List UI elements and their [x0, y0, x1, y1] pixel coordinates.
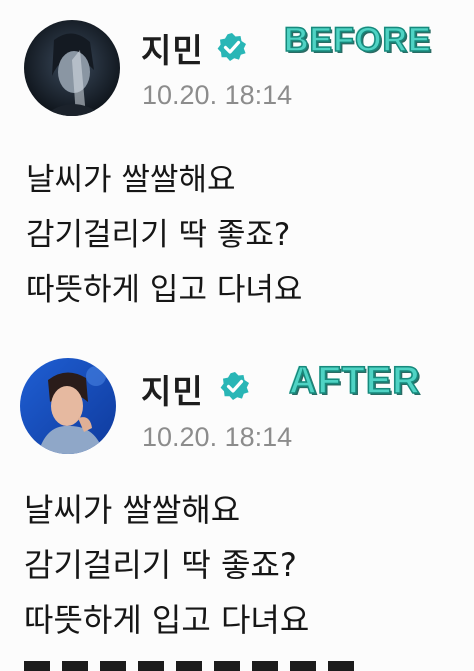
verified-badge-icon	[220, 372, 249, 400]
username[interactable]: 지민	[141, 24, 204, 72]
verified-badge-icon	[217, 33, 246, 61]
post-after: 지민 AFTER 10.20. 18:14 날씨가 쌀쌀해요 감기걸리기 딱 좋…	[0, 335, 474, 671]
post-body: 날씨가 쌀쌀해요 감기걸리기 딱 좋죠? 따뜻하게 입고 다녀요	[26, 153, 302, 318]
profile-avatar-before[interactable]	[24, 20, 120, 116]
post-line: 날씨가 쌀쌀해요	[26, 162, 236, 198]
post-line: 따뜻하게 입고 다녀요	[26, 272, 303, 308]
post-line: 따뜻하게 입고 다녀요	[24, 601, 310, 639]
after-label: AFTER	[288, 359, 421, 403]
username[interactable]: 지민	[141, 365, 204, 413]
post-body: 날씨가 쌀쌀해요 감기걸리기 딱 좋죠? 따뜻하게 입고 다녀요	[24, 483, 309, 648]
post-timestamp: 10.20. 18:14	[142, 80, 293, 110]
before-label: BEFORE	[283, 20, 432, 60]
post-timestamp: 10.20. 18:14	[142, 422, 293, 452]
post-line: 감기걸리기 딱 좋죠?	[26, 217, 291, 253]
profile-avatar-after[interactable]	[20, 358, 116, 454]
clipped-text-line	[24, 657, 354, 671]
post-before: 지민 BEFORE 10.20. 18:14 날씨가 쌀쌀해요 감기걸리기 딱 …	[0, 0, 474, 330]
post-line: 감기걸리기 딱 좋죠?	[24, 546, 297, 584]
post-line: 날씨가 쌀쌀해요	[24, 491, 241, 529]
